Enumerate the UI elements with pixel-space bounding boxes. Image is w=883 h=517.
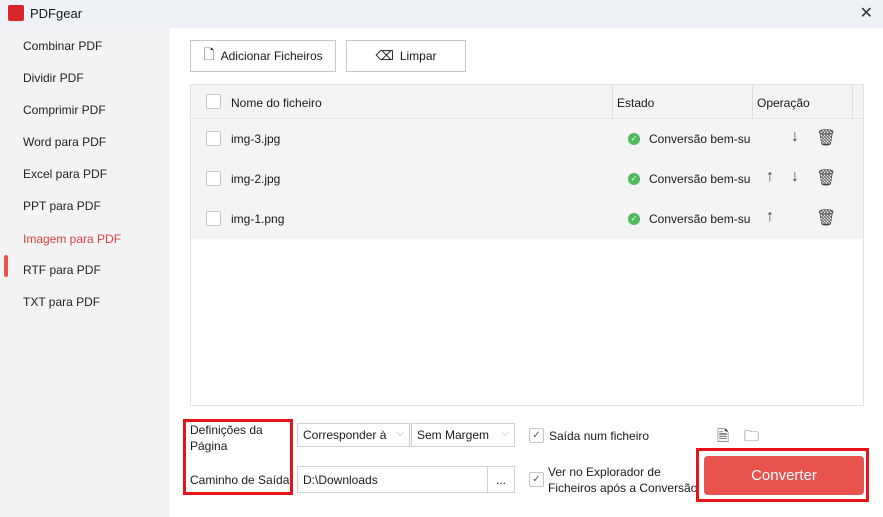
single-file-label: Saída num ficheiro bbox=[549, 429, 650, 443]
clear-label: Limpar bbox=[399, 49, 437, 63]
add-file-icon: 🗋 bbox=[203, 46, 215, 62]
file-name: img-1.png bbox=[231, 212, 285, 226]
success-check-icon: ✓ bbox=[628, 213, 640, 225]
chevron-down-icon: ⌵ bbox=[501, 428, 509, 439]
page-fit-value: Corresponder à bbox=[303, 428, 387, 442]
move-down-icon[interactable]: ↓ bbox=[791, 168, 799, 186]
status-text: Conversão bem-su bbox=[649, 212, 751, 226]
add-files-button[interactable]: 🗋 Adicionar Ficheiros bbox=[190, 40, 336, 72]
column-divider[interactable] bbox=[752, 85, 753, 119]
margin-select[interactable]: Sem Margem ⌵ bbox=[411, 423, 515, 447]
output-path-label: Caminho de Saída bbox=[190, 473, 290, 487]
app-title: PDFgear bbox=[30, 6, 83, 21]
sidebar-item-txt[interactable]: TXT para PDF bbox=[23, 295, 100, 309]
sidebar-item-word[interactable]: Word para PDF bbox=[23, 135, 106, 149]
row-checkbox[interactable] bbox=[206, 131, 221, 146]
add-files-label: Adicionar Ficheiros bbox=[220, 49, 323, 63]
table-header: Nome do ficheiro Estado Operação bbox=[191, 85, 863, 119]
move-up-icon[interactable]: ↑ bbox=[766, 168, 774, 186]
browse-button[interactable]: ... bbox=[487, 466, 515, 493]
sidebar-item-combinar[interactable]: Combinar PDF bbox=[23, 39, 102, 53]
single-file-checkbox[interactable]: ✓ bbox=[529, 428, 544, 443]
sidebar-item-rtf[interactable]: RTF para PDF bbox=[23, 263, 101, 277]
broom-icon: ⌫ bbox=[375, 48, 394, 63]
title-bar: PDFgear ✕ bbox=[0, 0, 883, 28]
column-divider[interactable] bbox=[612, 85, 613, 119]
move-up-icon[interactable]: ↑ bbox=[766, 208, 774, 226]
select-all-checkbox[interactable] bbox=[206, 94, 221, 109]
delete-icon[interactable]: 🗑 bbox=[816, 128, 836, 148]
table-row[interactable]: img-1.png ✓ Conversão bem-su ↑ 🗑 bbox=[191, 199, 863, 239]
delete-icon[interactable]: 🗑 bbox=[816, 168, 836, 188]
success-check-icon: ✓ bbox=[628, 173, 640, 185]
file-name: img-3.jpg bbox=[231, 132, 281, 146]
close-icon[interactable]: ✕ bbox=[860, 3, 873, 23]
output-path-input[interactable]: D:\Downloads bbox=[297, 466, 488, 493]
open-explorer-label: Ver no Explorador de Ficheiros após a Co… bbox=[548, 465, 698, 495]
success-check-icon: ✓ bbox=[628, 133, 640, 145]
pdfgear-logo-icon bbox=[8, 5, 24, 21]
sidebar-item-imagem[interactable]: Imagem para PDF bbox=[23, 232, 121, 246]
active-indicator bbox=[4, 255, 8, 277]
status-text: Conversão bem-su bbox=[649, 132, 751, 146]
open-explorer-checkbox[interactable]: ✓ bbox=[529, 472, 544, 487]
status-text: Conversão bem-su bbox=[649, 172, 751, 186]
table-row[interactable]: img-3.jpg ✓ Conversão bem-su ↓ 🗑 bbox=[191, 119, 863, 159]
table-row[interactable]: img-2.jpg ✓ Conversão bem-su ↑ ↓ 🗑 bbox=[191, 159, 863, 199]
sidebar: Combinar PDF Dividir PDF Comprimir PDF W… bbox=[0, 28, 170, 517]
chevron-down-icon: ⌵ bbox=[396, 428, 404, 439]
header-operation: Operação bbox=[757, 96, 810, 110]
convert-button[interactable]: Converter bbox=[704, 456, 864, 495]
column-divider[interactable] bbox=[852, 85, 853, 119]
file-name: img-2.jpg bbox=[231, 172, 281, 186]
row-checkbox[interactable] bbox=[206, 171, 221, 186]
sidebar-item-comprimir[interactable]: Comprimir PDF bbox=[23, 103, 106, 117]
sidebar-item-ppt[interactable]: PPT para PDF bbox=[23, 199, 101, 213]
header-status: Estado bbox=[617, 96, 655, 110]
header-name: Nome do ficheiro bbox=[231, 96, 322, 110]
page-fit-select[interactable]: Corresponder à ⌵ bbox=[297, 423, 410, 447]
sidebar-item-excel[interactable]: Excel para PDF bbox=[23, 167, 107, 181]
page-settings-label: Definições da Página bbox=[190, 423, 263, 453]
clear-button[interactable]: ⌫ Limpar bbox=[346, 40, 466, 72]
sidebar-item-dividir[interactable]: Dividir PDF bbox=[23, 71, 84, 85]
file-table: Nome do ficheiro Estado Operação img-3.j… bbox=[190, 84, 864, 406]
move-down-icon[interactable]: ↓ bbox=[791, 128, 799, 146]
row-checkbox[interactable] bbox=[206, 211, 221, 226]
delete-icon[interactable]: 🗑 bbox=[816, 208, 836, 228]
margin-value: Sem Margem bbox=[417, 428, 490, 442]
